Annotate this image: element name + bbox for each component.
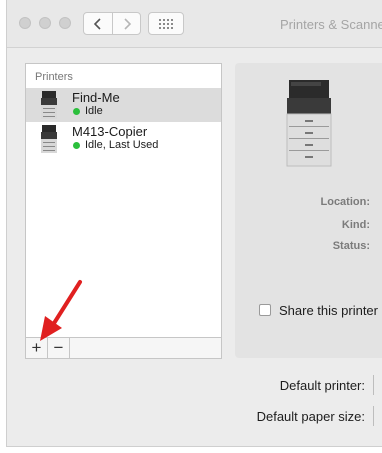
share-printer-label: Share this printer on the network — [279, 303, 382, 318]
zoom-window-button[interactable] — [59, 17, 71, 29]
titlebar: Printers & Scanners — [7, 0, 382, 48]
location-label: Location: — [320, 196, 371, 208]
default-paper-size-popup[interactable] — [373, 406, 374, 426]
printer-status: Idle, Last Used — [85, 139, 159, 151]
list-footer: + − — [26, 337, 221, 358]
add-printer-button[interactable]: + — [26, 338, 48, 358]
printer-thumbnail-icon — [41, 125, 57, 153]
default-printer-label: Default printer: — [279, 378, 365, 393]
printer-name: M413-Copier — [72, 124, 148, 139]
printer-name: Find-Me — [72, 90, 120, 105]
printer-row-m413-copier[interactable]: M413-Copier Idle, Last Used — [26, 122, 221, 156]
back-button[interactable] — [84, 15, 112, 33]
minimize-window-button[interactable] — [39, 17, 51, 29]
printer-details-panel: Location: Kind: Status: Share this print… — [235, 63, 382, 358]
default-printer-popup[interactable] — [373, 375, 374, 395]
status-dot-icon — [73, 108, 80, 115]
chevron-left-icon — [93, 18, 101, 30]
kind-label: Kind: — [341, 219, 370, 231]
share-printer-checkbox[interactable] — [259, 304, 271, 316]
printer-status: Idle — [85, 105, 103, 117]
printer-image-icon — [286, 80, 332, 167]
printer-thumbnail-icon — [41, 91, 57, 119]
grid-icon — [159, 19, 173, 29]
status-label: Status: — [332, 240, 370, 252]
close-window-button[interactable] — [19, 17, 31, 29]
window-title: Printers & Scanners — [280, 17, 382, 32]
printer-row-find-me[interactable]: Find-Me Idle — [26, 88, 221, 122]
show-all-button[interactable] — [148, 12, 184, 35]
status-dot-icon — [73, 142, 80, 149]
list-header: Printers — [35, 71, 73, 83]
printers-scanners-window: Printers & Scanners Printers Find-Me Idl… — [6, 0, 382, 447]
back-forward-control — [83, 12, 141, 35]
chevron-right-icon — [124, 18, 132, 30]
remove-printer-button[interactable]: − — [48, 338, 70, 358]
printers-list: Printers Find-Me Idle M413-Copier Idle, … — [25, 63, 222, 359]
default-paper-size-label: Default paper size: — [256, 409, 365, 424]
forward-button[interactable] — [113, 15, 141, 33]
